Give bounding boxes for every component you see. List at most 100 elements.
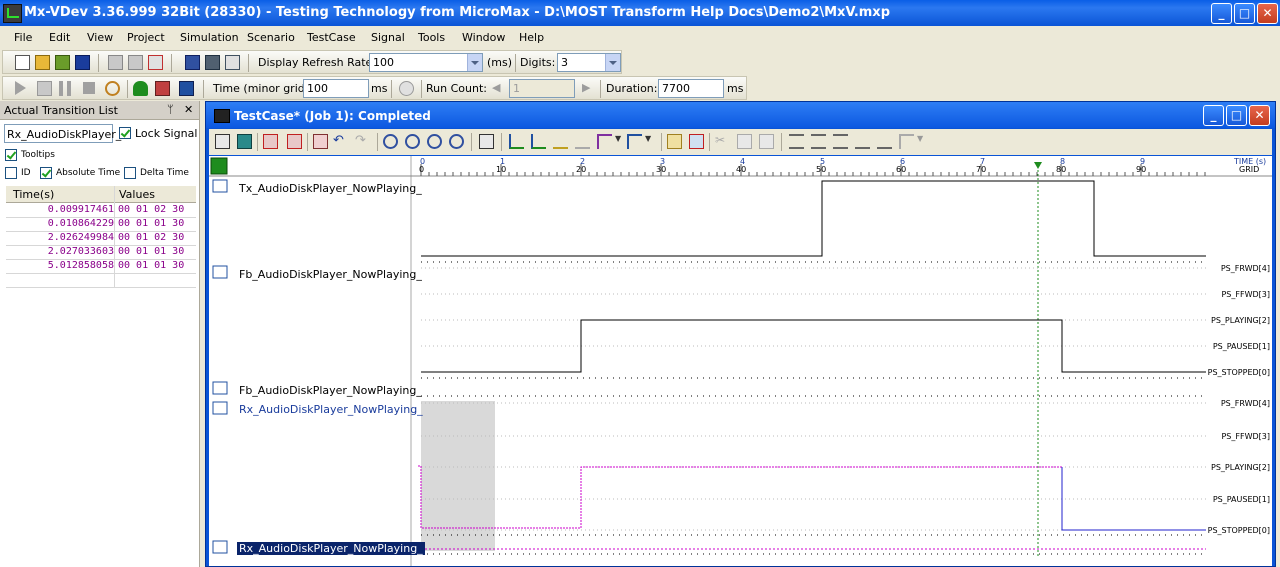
redo-icon[interactable]: ↷ (355, 134, 370, 149)
new-file-icon[interactable] (15, 55, 30, 70)
save-all-icon[interactable] (205, 55, 220, 70)
menu-project[interactable]: Project (127, 31, 165, 44)
graph-icon[interactable] (855, 134, 870, 149)
zoom-in-icon[interactable] (405, 134, 420, 149)
lock-signal-checkbox[interactable] (119, 127, 131, 139)
stop-icon[interactable] (83, 82, 95, 94)
save-icon[interactable] (185, 55, 200, 70)
table-row[interactable]: 0.009917461 00 01 02 30 (6, 203, 196, 218)
maximize-button[interactable]: □ (1234, 3, 1255, 24)
copy-icon[interactable] (737, 134, 752, 149)
cut-signal-icon[interactable] (313, 134, 328, 149)
run-count-increase-icon[interactable]: ▶ (582, 81, 590, 94)
cut-icon[interactable]: ✂ (715, 134, 730, 149)
table-row[interactable]: 2.027033603 00 01 01 30 (6, 245, 196, 260)
absolute-time-checkbox[interactable] (40, 167, 52, 179)
signal-name-field[interactable]: Rx_AudioDiskPlayer_I (4, 124, 125, 143)
menu-signal[interactable]: Signal (371, 31, 405, 44)
tooltips-checkbox[interactable] (5, 149, 17, 161)
menu-file[interactable]: File (14, 31, 32, 44)
zoom-fit-icon[interactable] (383, 134, 398, 149)
menu-help[interactable]: Help (519, 31, 544, 44)
column-header-values[interactable]: Values (119, 188, 155, 201)
align-icon[interactable] (833, 134, 848, 149)
signal-label-tx[interactable]: Tx_AudioDiskPlayer_NowPlaying_ (239, 182, 422, 195)
menu-simulation[interactable]: Simulation (180, 31, 239, 44)
run-count-input[interactable]: 1 (509, 79, 575, 98)
pulse-icon[interactable] (597, 134, 612, 149)
step-icon[interactable] (899, 134, 914, 149)
database-icon[interactable] (237, 134, 252, 149)
signal-rise-icon[interactable] (509, 134, 524, 149)
expand-vertical-icon[interactable] (789, 134, 804, 149)
pin-icon[interactable]: ᛘ (167, 103, 174, 116)
play-step-icon[interactable] (37, 81, 52, 96)
trend-icon[interactable] (877, 134, 892, 149)
menu-testcase[interactable]: TestCase (307, 31, 356, 44)
chevron-down-icon[interactable]: ▼ (645, 134, 660, 149)
waveform-canvas[interactable] (209, 156, 1272, 566)
settings-icon[interactable] (479, 134, 494, 149)
testcase-close-button[interactable]: ✕ (1249, 105, 1270, 126)
zoom-reset-icon[interactable] (449, 134, 464, 149)
signal-label-rx[interactable]: Rx_AudioDiskPlayer_NowPlaying_ (239, 403, 423, 416)
digits-select[interactable]: 3 (557, 53, 621, 72)
panel-close-icon[interactable]: ✕ (184, 103, 193, 116)
edit-signal-icon[interactable] (148, 55, 163, 70)
paste-icon[interactable] (759, 134, 774, 149)
add-signal-icon[interactable] (210, 157, 228, 175)
signal-level-icon[interactable] (553, 134, 568, 149)
refresh-rate-select[interactable]: 100 (369, 53, 483, 72)
reset-icon[interactable] (105, 81, 120, 96)
chevron-down-icon[interactable] (605, 54, 620, 71)
measure-icon[interactable] (689, 134, 704, 149)
open-folder-icon[interactable] (35, 55, 50, 70)
square-wave-icon[interactable] (627, 134, 642, 149)
bug-icon[interactable] (155, 81, 170, 96)
turtle-icon[interactable] (133, 81, 148, 96)
menu-window[interactable]: Window (462, 31, 505, 44)
table-row[interactable]: 0.010864229 00 01 01 30 (6, 217, 196, 232)
table-row[interactable]: 5.012858058 00 01 01 30 (6, 259, 196, 274)
menu-tools[interactable]: Tools (418, 31, 445, 44)
app-title-bar[interactable]: Mx-VDev 3.36.999 32Bit (28330) - Testing… (0, 0, 1280, 26)
time-grid-input[interactable]: 100 (303, 79, 369, 98)
signal-grid-icon[interactable] (179, 81, 194, 96)
chevron-down-icon[interactable] (467, 54, 482, 71)
collapse-vertical-icon[interactable] (811, 134, 826, 149)
signal-label-rx-raw[interactable]: Rx_AudioDiskPlayer_NowPlaying_ (237, 542, 425, 555)
signal-curve-icon[interactable] (575, 134, 590, 149)
menu-view[interactable]: View (87, 31, 113, 44)
properties-icon[interactable] (215, 134, 230, 149)
marker-icon[interactable] (667, 134, 682, 149)
signal-label-fb[interactable]: Fb_AudioDiskPlayer_NowPlaying_ (239, 268, 422, 281)
step-forward-icon[interactable] (128, 55, 143, 70)
undo-icon[interactable]: ↶ (333, 134, 348, 149)
testcase-minimize-button[interactable]: _ (1203, 105, 1224, 126)
open-project-icon[interactable] (55, 55, 70, 70)
signal-edit-icon[interactable] (531, 134, 546, 149)
delete-all-icon[interactable] (287, 134, 302, 149)
testcase-maximize-button[interactable]: □ (1226, 105, 1247, 126)
zoom-out-icon[interactable] (427, 134, 442, 149)
play-icon[interactable] (15, 81, 26, 95)
testcase-title-bar[interactable]: TestCase* (Job 1): Completed _ □ ✕ (206, 102, 1275, 128)
step-back-icon[interactable] (108, 55, 123, 70)
run-count-decrease-icon[interactable]: ◀ (492, 81, 500, 94)
delete-signal-icon[interactable] (263, 134, 278, 149)
id-checkbox[interactable] (5, 167, 17, 179)
record-icon[interactable] (399, 81, 414, 96)
close-button[interactable]: ✕ (1257, 3, 1278, 24)
menu-scenario[interactable]: Scenario (247, 31, 295, 44)
duration-input[interactable]: 7700 (658, 79, 724, 98)
book-icon[interactable] (75, 55, 90, 70)
column-header-time[interactable]: Time(s) (13, 188, 54, 201)
print-preview-icon[interactable] (225, 55, 240, 70)
menu-edit[interactable]: Edit (49, 31, 70, 44)
signal-label-fb-raw[interactable]: Fb_AudioDiskPlayer_NowPlaying_ (239, 384, 422, 397)
signal-plot-area[interactable]: 0 1 2 3 4 5 6 7 8 9 0 10 20 30 40 50 60 … (209, 156, 1272, 566)
pause-icon[interactable] (59, 81, 71, 96)
minimize-button[interactable]: _ (1211, 3, 1232, 24)
delta-time-checkbox[interactable] (124, 167, 136, 179)
table-row[interactable]: 2.026249984 00 01 02 30 (6, 231, 196, 246)
